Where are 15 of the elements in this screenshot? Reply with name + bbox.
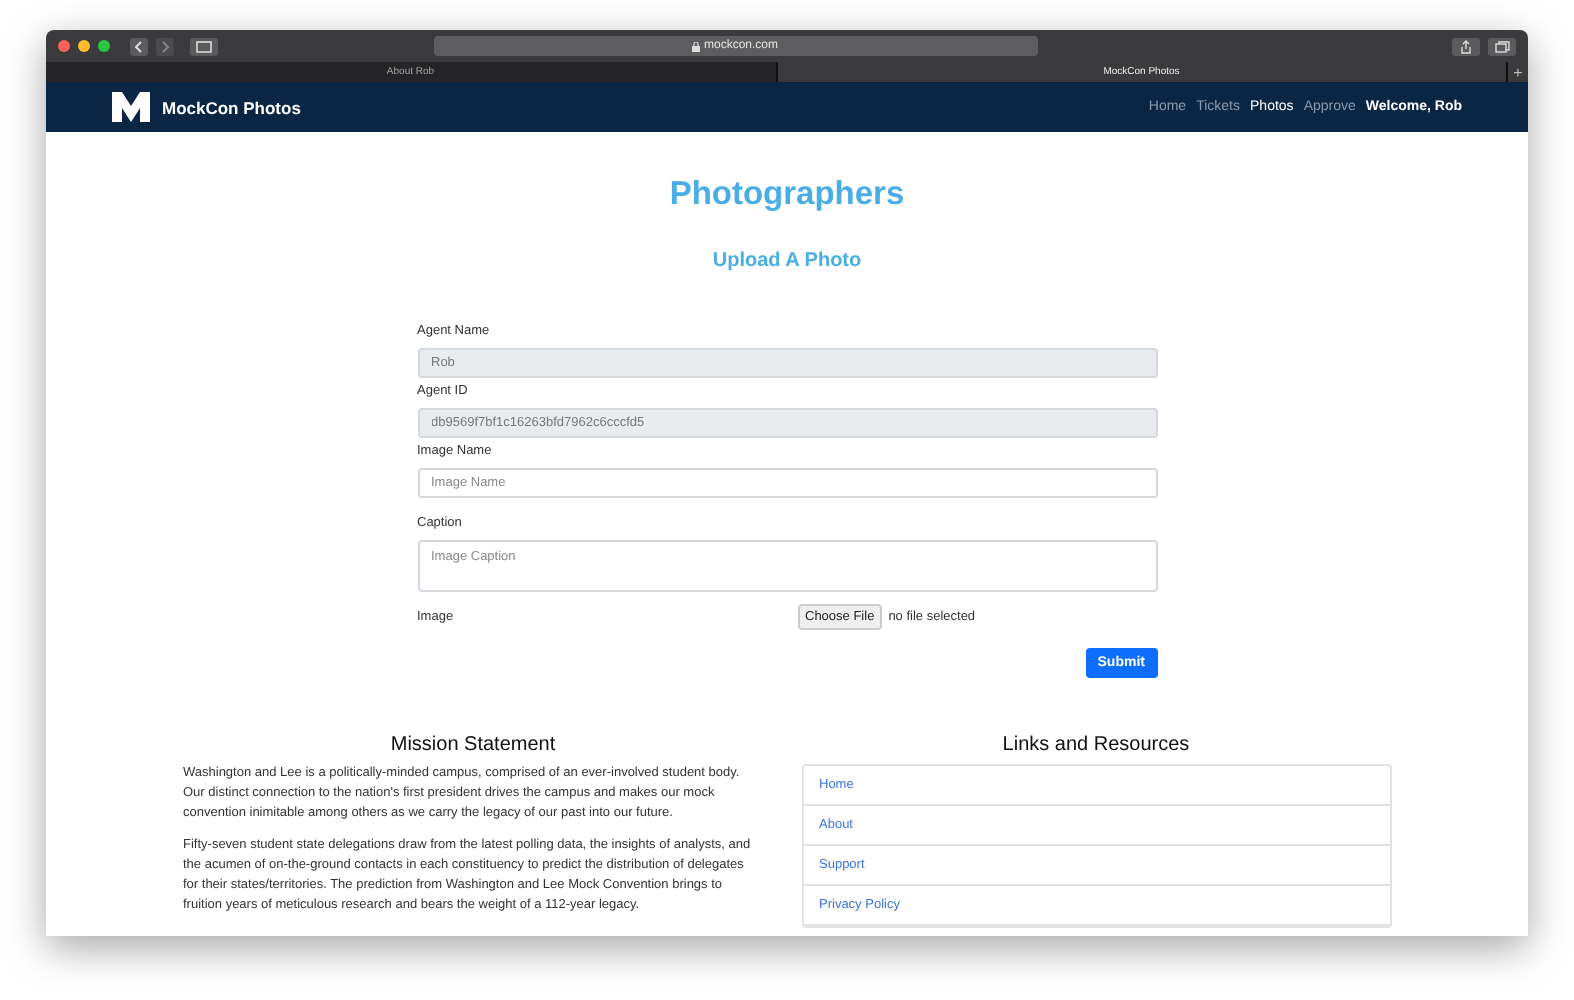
sidebar-icon[interactable]	[190, 37, 218, 55]
back-icon[interactable]	[130, 37, 148, 55]
minimize-icon[interactable]	[78, 40, 90, 52]
close-icon[interactable]	[58, 40, 70, 52]
page-subtitle: Upload A Photo	[712, 250, 862, 272]
section-heading: Mission Statement	[388, 734, 558, 756]
forward-icon[interactable]	[156, 37, 174, 55]
maximize-icon[interactable]	[98, 40, 110, 52]
new-tab-button[interactable]: +	[1508, 62, 1528, 82]
logo-icon	[112, 92, 150, 122]
section-heading: Links and Resources	[1000, 734, 1192, 756]
tabs-icon[interactable]	[1488, 37, 1516, 55]
brand-name[interactable]: MockCon Photos	[162, 97, 301, 117]
share-icon[interactable]	[1452, 37, 1480, 55]
page-title: Photographers	[669, 176, 905, 214]
